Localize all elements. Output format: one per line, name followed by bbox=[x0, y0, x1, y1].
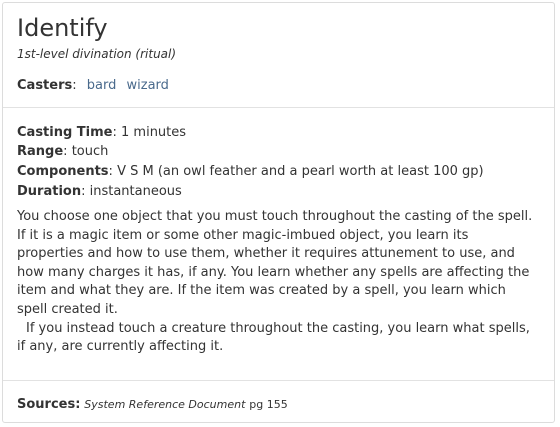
range-value: touch bbox=[71, 144, 109, 159]
description-paragraph-2: If you instead touch a creature througho… bbox=[17, 320, 530, 355]
components-label: Components bbox=[17, 164, 109, 179]
components-row: Components: V S M (an owl feather and a … bbox=[17, 164, 484, 179]
source-page: pg 155 bbox=[249, 398, 288, 411]
sources-label: Sources bbox=[17, 397, 76, 412]
spell-title: Identify bbox=[17, 14, 108, 42]
spell-footer: Sources: System Reference Document pg 15… bbox=[3, 380, 554, 424]
duration-value: instantaneous bbox=[89, 184, 182, 199]
components-value: V S M (an owl feather and a pearl worth … bbox=[117, 164, 484, 179]
range-row: Range: touch bbox=[17, 144, 109, 159]
casting-time-label: Casting Time bbox=[17, 125, 113, 140]
spell-card: Identify 1st-level divination (ritual) C… bbox=[2, 2, 555, 423]
sources-line: Sources: System Reference Document pg 15… bbox=[17, 396, 288, 413]
source-book: System Reference Document bbox=[84, 398, 246, 411]
casters-line: Casters: bard wizard bbox=[17, 77, 169, 95]
spell-school-level: 1st-level divination (ritual) bbox=[17, 47, 177, 61]
caster-link-wizard[interactable]: wizard bbox=[127, 78, 169, 93]
duration-row: Duration: instantaneous bbox=[17, 184, 182, 199]
casters-label: Casters bbox=[17, 78, 73, 93]
sources-colon: : bbox=[75, 397, 81, 412]
casters-colon: : bbox=[72, 78, 77, 93]
spell-header: Identify 1st-level divination (ritual) C… bbox=[3, 3, 554, 108]
spell-body: Casting Time: 1 minutes Range: touch Com… bbox=[3, 107, 554, 380]
casting-time-value: 1 minutes bbox=[121, 125, 187, 140]
duration-label: Duration bbox=[17, 184, 82, 199]
caster-link-bard[interactable]: bard bbox=[87, 78, 117, 93]
range-label: Range bbox=[17, 144, 64, 159]
description-paragraph-1: You choose one object that you must touc… bbox=[17, 209, 533, 317]
spell-description: You choose one object that you must touc… bbox=[17, 208, 537, 357]
casting-time-row: Casting Time: 1 minutes bbox=[17, 125, 187, 140]
